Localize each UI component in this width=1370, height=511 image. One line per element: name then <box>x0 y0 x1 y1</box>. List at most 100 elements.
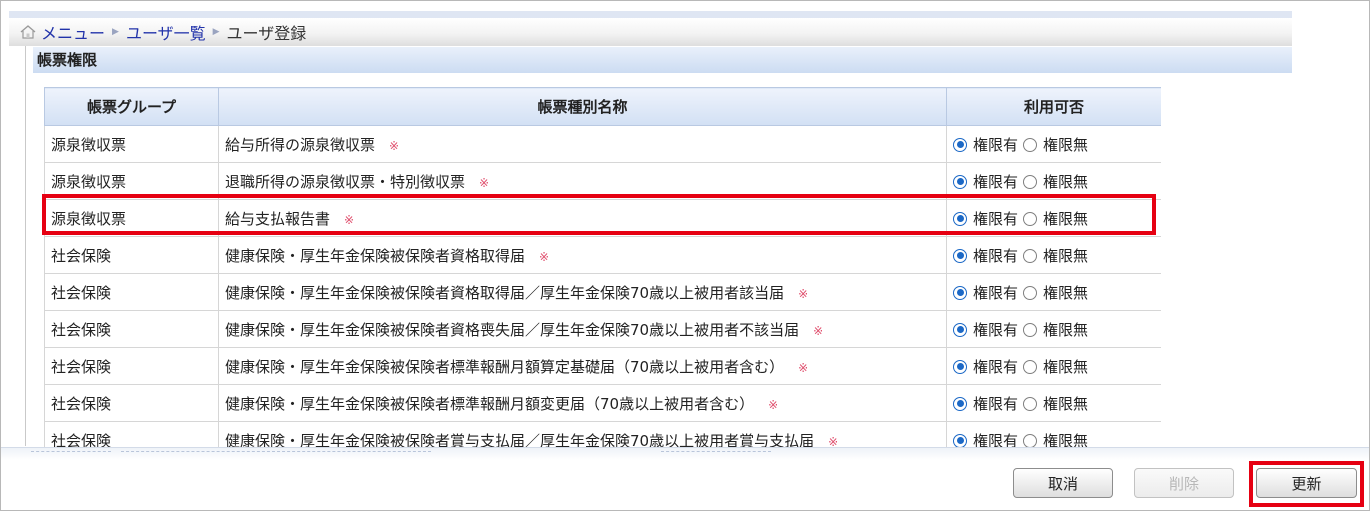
radio-label-yes[interactable]: 権限有 <box>973 432 1018 448</box>
cell-group: 社会保険 <box>44 236 219 274</box>
radio-permission-no[interactable] <box>1023 174 1038 189</box>
cell-availability: 権限有 権限無 <box>946 236 1161 274</box>
radio-permission-yes[interactable] <box>953 433 967 447</box>
radio-permission-no[interactable] <box>1023 137 1038 152</box>
radio-permission-yes[interactable] <box>953 211 967 226</box>
radio-permission-yes[interactable] <box>953 248 967 263</box>
cell-availability: 権限有 権限無 <box>946 125 1161 163</box>
table-row: 社会保険 健康保険・厚生年金保険被保険者標準報酬月額変更届（70歳以上被用者含む）… <box>44 384 1161 422</box>
cell-form-name: 健康保険・厚生年金保険被保険者賞与支払届／厚生年金保険70歳以上被用者賞与支払届… <box>218 421 947 448</box>
delete-button[interactable]: 削除 <box>1134 468 1234 498</box>
breadcrumb: メニュー ▶ ユーザ一覧 ▶ ユーザ登録 <box>9 18 1292 46</box>
radio-label-no[interactable]: 権限無 <box>1043 395 1088 413</box>
table-row: 社会保険 健康保険・厚生年金保険被保険者標準報酬月額算定基礎届（70歳以上被用者含… <box>44 347 1161 385</box>
required-mark: ※ <box>539 249 550 264</box>
radio-label-yes[interactable]: 権限有 <box>973 321 1018 339</box>
cell-availability: 権限有 権限無 <box>946 421 1161 448</box>
radio-label-no[interactable]: 権限無 <box>1043 284 1088 302</box>
radio-permission-yes[interactable] <box>953 359 967 374</box>
main-frame: メニュー ▶ ユーザ一覧 ▶ ユーザ登録 帳票権限 帳票グループ 帳票種別名称 … <box>0 0 1370 511</box>
chevron-right-icon: ▶ <box>112 27 119 37</box>
radio-permission-no[interactable] <box>1023 248 1038 263</box>
radio-permission-yes[interactable] <box>953 322 967 337</box>
table-body: 源泉徴収票 給与所得の源泉徴収票 ※ 権限有 権限無 源泉徴収票 退職所得の源泉徴収票・特別… <box>44 125 1161 448</box>
cell-availability: 権限有 権限無 <box>946 273 1161 311</box>
cell-group: 社会保険 <box>44 310 219 348</box>
radio-label-no[interactable]: 権限無 <box>1043 432 1088 448</box>
radio-permission-no[interactable] <box>1023 396 1038 411</box>
form-name-text: 健康保険・厚生年金保険被保険者資格取得届／厚生年金保険70歳以上被用者該当届 <box>225 283 785 302</box>
radio-permission-no[interactable] <box>1023 322 1038 337</box>
radio-label-yes[interactable]: 権限有 <box>973 395 1018 413</box>
radio-label-yes[interactable]: 権限有 <box>973 136 1018 154</box>
radio-permission-no[interactable] <box>1023 359 1038 374</box>
table-header-row: 帳票グループ 帳票種別名称 利用可否 <box>44 87 1161 126</box>
radio-label-no[interactable]: 権限無 <box>1043 136 1088 154</box>
cell-form-name: 健康保険・厚生年金保険被保険者資格取得届／厚生年金保険70歳以上被用者該当届 ※ <box>218 273 947 311</box>
required-mark: ※ <box>828 434 839 448</box>
radio-label-no[interactable]: 権限無 <box>1043 210 1088 228</box>
radio-permission-no[interactable] <box>1023 433 1038 447</box>
form-name-text: 健康保険・厚生年金保険被保険者標準報酬月額変更届（70歳以上被用者含む） <box>225 394 755 413</box>
cell-availability: 権限有 権限無 <box>946 162 1161 200</box>
cell-group: 社会保険 <box>44 384 219 422</box>
radio-permission-no[interactable] <box>1023 285 1038 300</box>
cell-group: 社会保険 <box>44 347 219 385</box>
radio-label-yes[interactable]: 権限有 <box>973 210 1018 228</box>
breadcrumb-user-list-link[interactable]: ユーザ一覧 <box>126 20 206 44</box>
radio-label-yes[interactable]: 権限有 <box>973 358 1018 376</box>
cell-availability: 権限有 権限無 <box>946 384 1161 422</box>
radio-label-no[interactable]: 権限無 <box>1043 358 1088 376</box>
form-name-text: 健康保険・厚生年金保険被保険者資格喪失届／厚生年金保険70歳以上被用者不該当届 <box>225 320 800 339</box>
header-availability: 利用可否 <box>946 87 1161 126</box>
radio-label-yes[interactable]: 権限有 <box>973 173 1018 191</box>
cell-group: 源泉徴収票 <box>44 162 219 200</box>
table-row: 源泉徴収票 退職所得の源泉徴収票・特別徴収票 ※ 権限有 権限無 <box>44 162 1161 200</box>
radio-permission-yes[interactable] <box>953 285 967 300</box>
form-name-text: 給与支払報告書 <box>225 209 331 228</box>
radio-permission-yes[interactable] <box>953 396 967 411</box>
cell-form-name: 給与支払報告書 ※ <box>218 199 947 237</box>
cell-form-name: 健康保険・厚生年金保険被保険者資格取得届 ※ <box>218 236 947 274</box>
cell-form-name: 健康保険・厚生年金保険被保険者標準報酬月額変更届（70歳以上被用者含む） ※ <box>218 384 947 422</box>
clipped-row-fragment <box>31 451 111 456</box>
radio-label-yes[interactable]: 権限有 <box>973 247 1018 265</box>
cell-form-name: 健康保険・厚生年金保険被保険者標準報酬月額算定基礎届（70歳以上被用者含む） ※ <box>218 347 947 385</box>
form-name-text: 給与所得の源泉徴収票 <box>225 135 376 154</box>
required-mark: ※ <box>768 397 779 412</box>
radio-label-yes[interactable]: 権限有 <box>973 284 1018 302</box>
radio-permission-yes[interactable] <box>953 137 967 152</box>
required-mark: ※ <box>798 286 809 301</box>
form-name-text: 健康保険・厚生年金保険被保険者賞与支払届／厚生年金保険70歳以上被用者賞与支払届 <box>225 431 815 448</box>
required-mark: ※ <box>344 212 355 227</box>
table-row: 源泉徴収票 給与所得の源泉徴収票 ※ 権限有 権限無 <box>44 125 1161 163</box>
cell-group: 源泉徴収票 <box>44 199 219 237</box>
form-name-text: 健康保険・厚生年金保険被保険者標準報酬月額算定基礎届（70歳以上被用者含む） <box>225 357 785 376</box>
update-button[interactable]: 更新 <box>1256 468 1357 498</box>
table-row: 社会保険 健康保険・厚生年金保険被保険者資格取得届 ※ 権限有 権限無 <box>44 236 1161 274</box>
cell-form-name: 給与所得の源泉徴収票 ※ <box>218 125 947 163</box>
cell-availability: 権限有 権限無 <box>946 199 1161 237</box>
section-title: 帳票権限 <box>33 47 1292 73</box>
radio-label-no[interactable]: 権限無 <box>1043 173 1088 191</box>
required-mark: ※ <box>389 138 400 153</box>
radio-label-no[interactable]: 権限無 <box>1043 321 1088 339</box>
top-accent-line <box>9 11 1292 18</box>
radio-permission-yes[interactable] <box>953 174 967 189</box>
table-row: 社会保険 健康保険・厚生年金保険被保険者資格取得届／厚生年金保険70歳以上被用者該… <box>44 273 1161 311</box>
header-group: 帳票グループ <box>44 87 219 126</box>
radio-permission-no[interactable] <box>1023 211 1038 226</box>
form-name-text: 健康保険・厚生年金保険被保険者資格取得届 <box>225 246 526 265</box>
table-row: 社会保険 健康保険・厚生年金保険被保険者賞与支払届／厚生年金保険70歳以上被用者賞… <box>44 421 1161 448</box>
cell-availability: 権限有 権限無 <box>946 310 1161 348</box>
radio-label-no[interactable]: 権限無 <box>1043 247 1088 265</box>
breadcrumb-current: ユーザ登録 <box>226 24 307 43</box>
cancel-button[interactable]: 取消 <box>1013 468 1113 498</box>
cell-group: 社会保険 <box>44 421 219 447</box>
cell-form-name: 健康保険・厚生年金保険被保険者資格喪失届／厚生年金保険70歳以上被用者不該当届 ※ <box>218 310 947 348</box>
home-icon[interactable] <box>19 23 37 41</box>
breadcrumb-menu-link[interactable]: メニュー <box>41 20 105 44</box>
permission-table-container[interactable]: 帳票グループ 帳票種別名称 利用可否 源泉徴収票 給与所得の源泉徴収票 ※ 権限有 権限… <box>44 87 1161 447</box>
cell-form-name: 退職所得の源泉徴収票・特別徴収票 ※ <box>218 162 947 200</box>
cell-availability: 権限有 権限無 <box>946 347 1161 385</box>
